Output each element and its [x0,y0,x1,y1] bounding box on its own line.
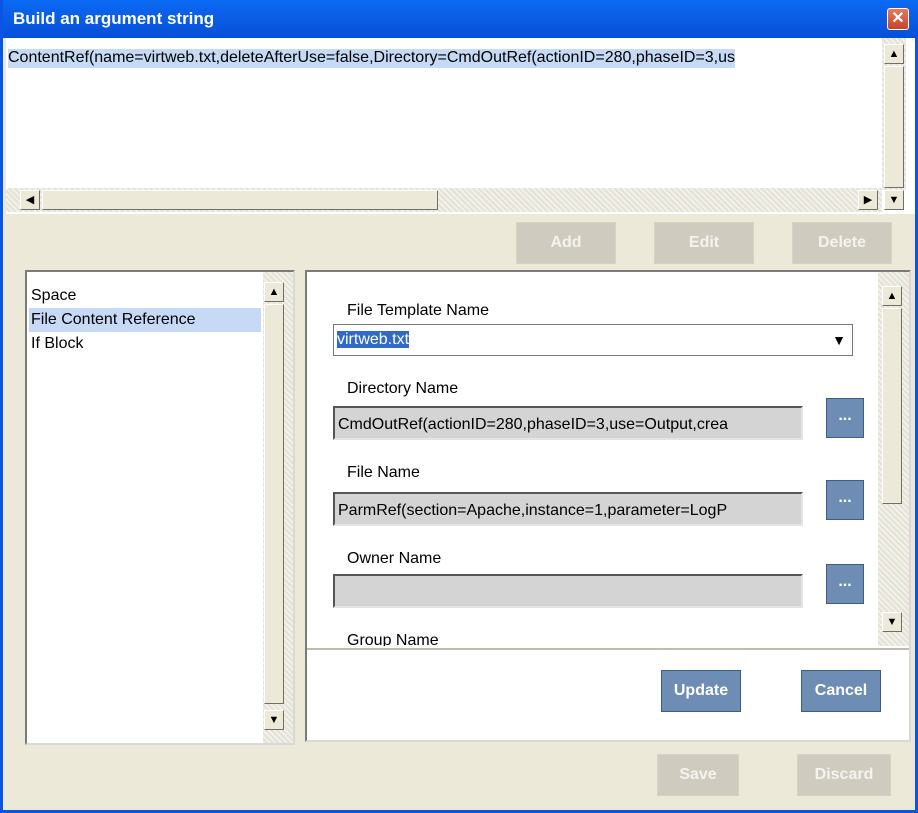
list-vscrollbar[interactable]: ▲ ▼ [263,272,293,743]
argument-value: ContentRef(name=virtweb.txt,deleteAfterU… [8,49,736,68]
scroll-left-icon[interactable]: ◀ [20,190,40,210]
cancel-button[interactable]: Cancel [801,670,881,712]
argument-text-area[interactable]: ContentRef(name=virtweb.txt,deleteAfterU… [6,38,915,214]
list-vscroll-thumb[interactable] [264,304,284,704]
scroll-up-icon[interactable]: ▲ [884,44,904,64]
file-name-browse-button[interactable]: ... [826,480,864,520]
delete-button[interactable]: Delete [792,222,892,264]
owner-browse-button[interactable]: ... [826,564,864,604]
discard-button[interactable]: Discard [797,754,891,796]
update-button[interactable]: Update [661,670,741,712]
file-name-label: File Name [347,464,420,481]
panel-action-bar: Update Cancel [307,648,909,740]
scroll-down-icon[interactable]: ▼ [882,612,902,632]
close-icon[interactable]: ✕ [887,8,909,30]
file-template-dropdown[interactable]: virtweb.txt ▼ [333,324,853,356]
owner-field[interactable] [333,574,803,608]
scroll-up-icon[interactable]: ▲ [264,282,284,302]
form-vscrollbar[interactable]: ▲ ▼ [878,272,909,646]
scroll-down-icon[interactable]: ▼ [884,190,904,210]
argument-vscrollbar[interactable]: ▲ [882,38,906,190]
form-vscroll-thumb[interactable] [882,308,902,504]
argument-hscroll-thumb[interactable] [42,190,438,210]
properties-form: File Template Name virtweb.txt ▼ Directo… [307,272,878,646]
save-button[interactable]: Save [657,754,739,796]
scroll-up-icon[interactable]: ▲ [882,286,902,306]
dialog-window: Build an argument string ✕ ContentRef(na… [0,0,918,813]
list-item[interactable]: If Block [29,332,261,356]
argument-vscroll-thumb[interactable] [884,66,904,188]
title-bar: Build an argument string ✕ [3,0,918,38]
list-item[interactable]: Space [29,284,261,308]
window-title: Build an argument string [13,9,215,28]
file-template-label: File Template Name [347,302,489,319]
directory-browse-button[interactable]: ... [826,398,864,438]
add-button[interactable]: Add [516,222,616,264]
directory-field[interactable]: CmdOutRef(actionID=280,phaseID=3,use=Out… [333,406,803,440]
owner-label: Owner Name [347,550,442,567]
file-template-value: virtweb.txt [337,331,410,348]
properties-panel: File Template Name virtweb.txt ▼ Directo… [305,270,911,742]
element-type-list[interactable]: Space File Content Reference If Block ▲ … [25,270,295,745]
edit-button[interactable]: Edit [654,222,754,264]
chevron-down-icon[interactable]: ▼ [830,328,848,352]
scroll-right-icon[interactable]: ▶ [858,190,878,210]
directory-label: Directory Name [347,380,459,397]
scroll-down-icon[interactable]: ▼ [264,710,284,730]
argument-text[interactable]: ContentRef(name=virtweb.txt,deleteAfterU… [6,38,882,78]
group-label: Group Name [347,632,439,646]
argument-hscrollbar[interactable]: ◀ ▶ [6,188,882,212]
file-name-field[interactable]: ParmRef(section=Apache,instance=1,parame… [333,492,803,526]
list-item-selected[interactable]: File Content Reference [29,308,261,332]
